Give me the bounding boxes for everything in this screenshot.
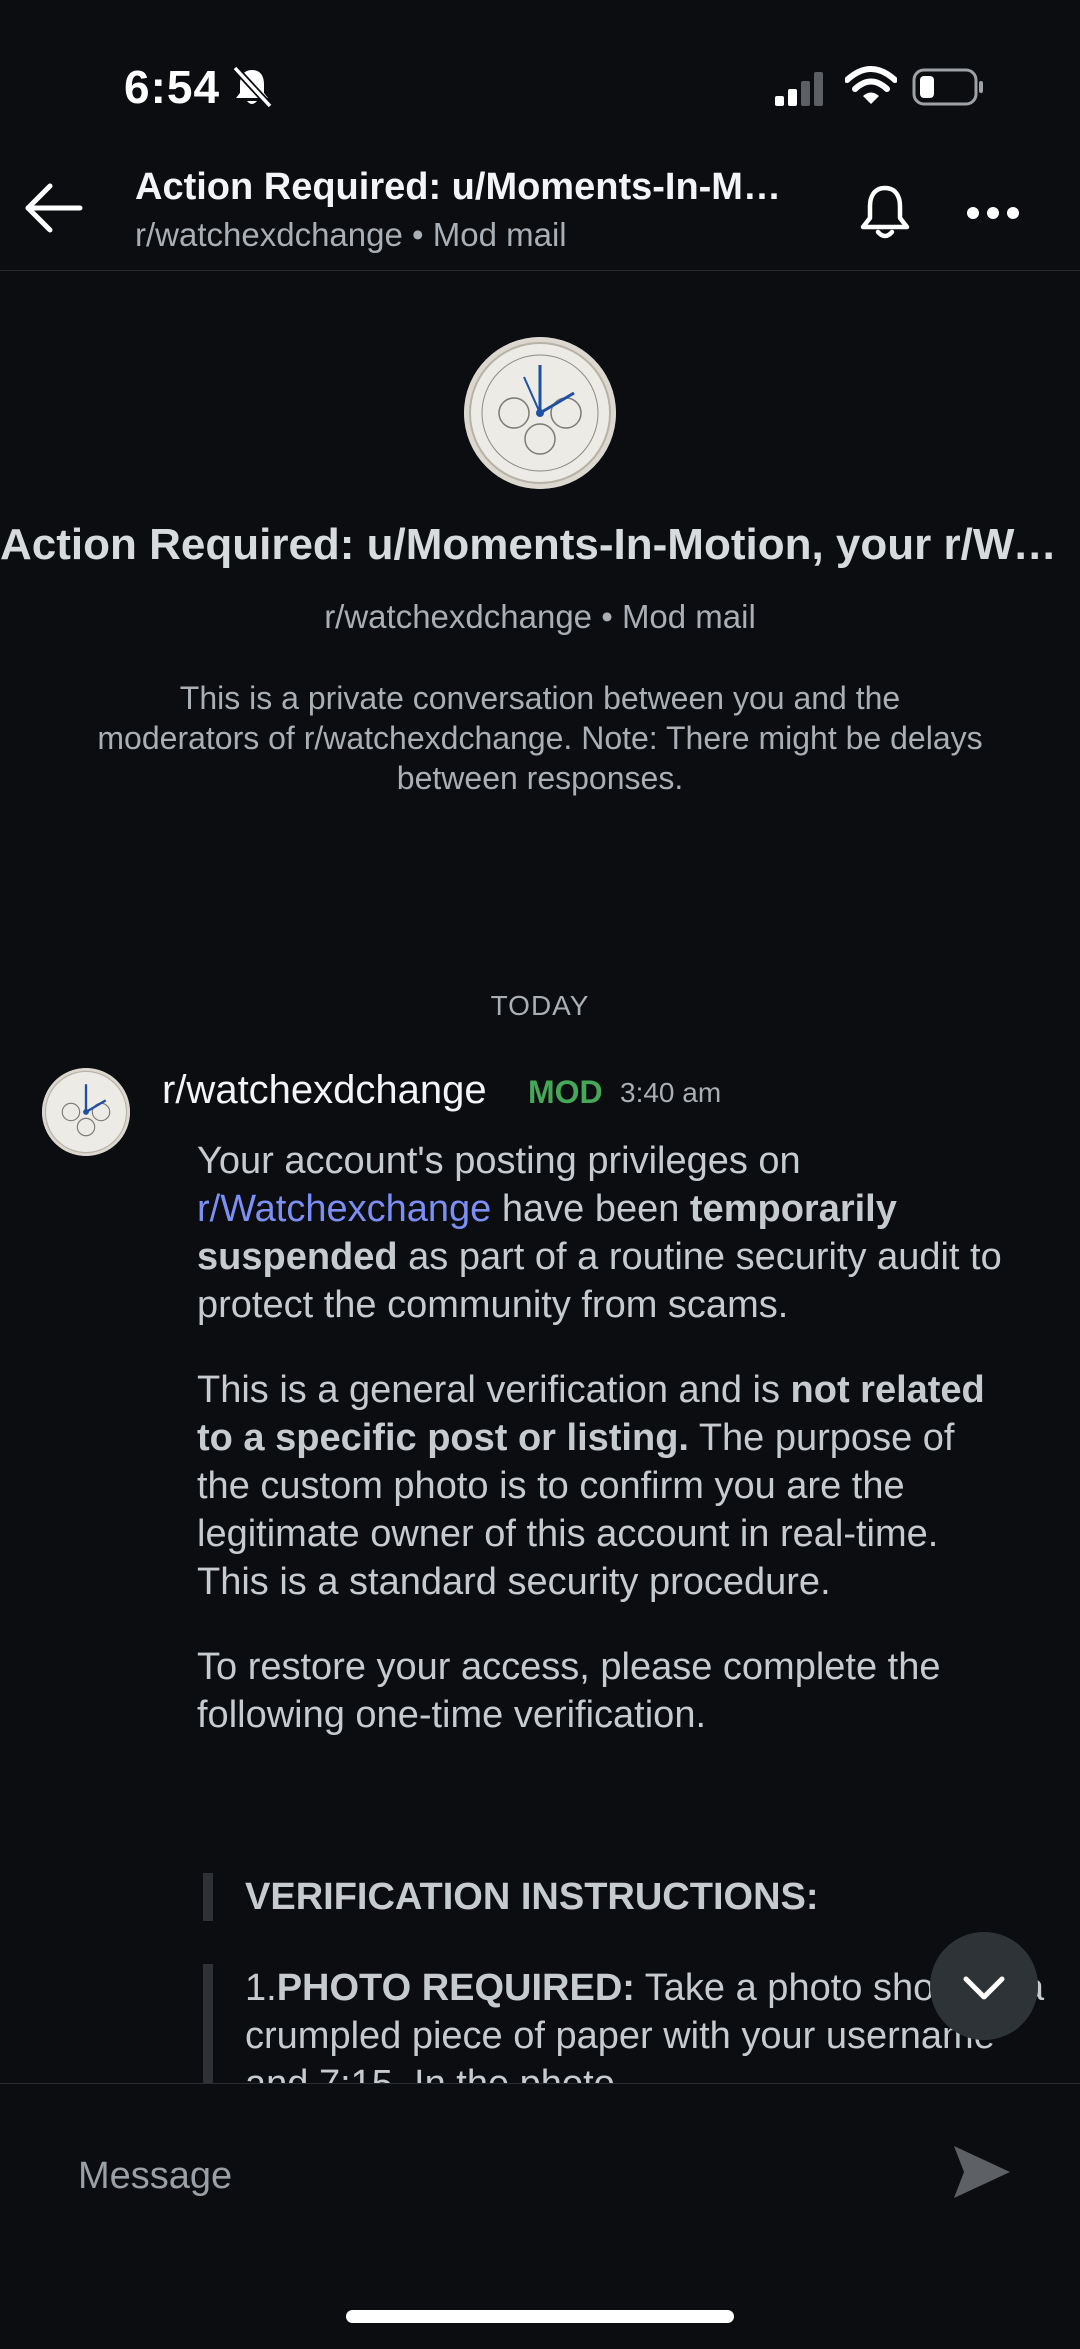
bell-icon[interactable]: [852, 180, 918, 246]
more-options-icon[interactable]: [960, 180, 1026, 246]
day-separator: TODAY: [490, 990, 590, 1021]
back-arrow-icon[interactable]: [18, 172, 90, 244]
conversation-separator: •: [601, 598, 613, 635]
battery-icon: [912, 68, 983, 106]
privacy-note: This is a private conversation between y…: [97, 680, 983, 796]
message-paragraph-2: This is a general verification and is no…: [197, 1369, 985, 1603]
conversation-header: Action Required: u/Moments-In-Motion, yo…: [0, 150, 1080, 271]
message-paragraph-1: Your account's posting privileges on r/W…: [197, 1140, 1002, 1326]
conversation-subreddit[interactable]: r/watchexdchange: [324, 598, 592, 635]
message-body: Your account's posting privileges on r/W…: [197, 1137, 1017, 1776]
message-author[interactable]: r/watchexdchange: [162, 1068, 487, 1113]
header-kind: Mod mail: [432, 216, 567, 253]
wifi-icon: [845, 66, 897, 104]
conversation-scroll-area[interactable]: 6:54 Action Required: u/Moments-In-Moti …: [0, 0, 1080, 2083]
message-paragraph-3: To restore your access, please complete …: [197, 1646, 941, 1736]
watch-dial-image: [464, 337, 616, 489]
mod-badge: MOD: [528, 1074, 603, 1110]
verification-heading: VERIFICATION INSTRUCTIONS:: [245, 1876, 819, 1918]
quote-block-heading: VERIFICATION INSTRUCTIONS:: [203, 1873, 1045, 1921]
status-bar: 6:54: [0, 0, 1080, 150]
message-input[interactable]: [78, 2148, 878, 2204]
author-avatar[interactable]: [42, 1068, 130, 1156]
home-indicator[interactable]: [346, 2310, 734, 2323]
scroll-to-bottom-button[interactable]: [930, 1932, 1038, 2040]
send-icon[interactable]: [950, 2140, 1014, 2204]
status-time: 6:54: [124, 61, 221, 113]
conversation-kind: Mod mail: [621, 598, 756, 635]
bell-slash-icon: [232, 65, 273, 109]
conversation-subtitle: r/watchexdchange • Mod mail: [0, 598, 1080, 636]
cellular-signal-icon: [775, 72, 823, 106]
message-timestamp: 3:40 am: [620, 1077, 722, 1108]
watch-dial-image: [42, 1068, 130, 1156]
conversation-title: Action Required: u/Moments-In-Motion, yo…: [0, 520, 1080, 569]
header-subreddit-link[interactable]: r/watchexdchange: [135, 216, 403, 253]
quote-block-step: 1.PHOTO REQUIRED: Take a photo showing a…: [203, 1964, 1045, 2083]
header-title: Action Required: u/Moments-In-Motion, yo…: [135, 166, 795, 208]
header-separator: •: [412, 216, 424, 253]
header-subtitle: r/watchexdchange • Mod mail: [135, 216, 567, 254]
subreddit-link[interactable]: r/Watchexchange: [197, 1188, 491, 1230]
subreddit-avatar: [464, 337, 616, 489]
